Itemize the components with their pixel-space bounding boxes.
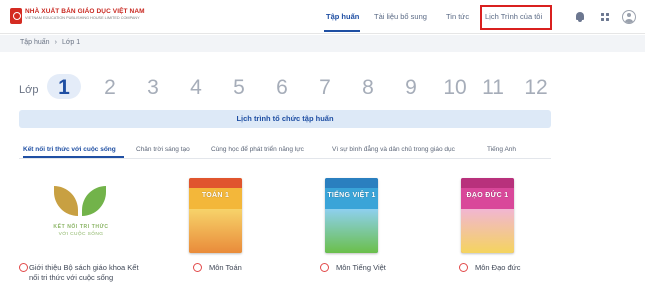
nav-supplementary-docs[interactable]: Tài liệu bổ sung — [374, 12, 427, 21]
math-label[interactable]: Môn Toán — [209, 263, 242, 272]
kntt-logo-text-1: KẾT NỐI TRI THỨC — [53, 224, 109, 230]
radio-vietnamese[interactable] — [320, 263, 329, 272]
nav-training[interactable]: Tập huấn — [326, 12, 359, 21]
logo-subtitle: VIETNAM EDUCATION PUBLISHING HOUSE LIMIT… — [25, 16, 140, 20]
apps-grid-icon[interactable] — [600, 12, 610, 22]
grade-11[interactable]: 11 — [475, 76, 511, 100]
tabs-divider — [19, 158, 551, 159]
breadcrumb-training[interactable]: Tập huấn — [20, 39, 50, 46]
tab-vi-su-binh-dang[interactable]: Vì sự bình đẳng và dân chủ trong giáo dụ… — [332, 146, 455, 153]
my-schedule-highlight — [480, 5, 552, 30]
user-avatar-icon[interactable] — [622, 10, 636, 24]
ethics-book-cover[interactable]: ĐẠO ĐỨC 1 — [461, 178, 514, 253]
grade-8[interactable]: 8 — [353, 76, 383, 100]
ethics-label[interactable]: Môn Đạo đức — [475, 263, 520, 272]
vietnamese-cover-title: TIẾNG VIỆT 1 — [327, 192, 376, 199]
leaf-icon — [82, 186, 106, 216]
tab-cung-hoc[interactable]: Cùng học để phát triển năng lực — [211, 146, 304, 153]
tab-tieng-anh[interactable]: Tiếng Anh — [487, 146, 516, 153]
breadcrumb-bar — [0, 35, 645, 52]
tab-active-underline — [23, 156, 124, 158]
bell-icon[interactable] — [575, 12, 585, 22]
grade-1[interactable]: 1 — [49, 76, 79, 100]
breadcrumb: Tập huấn › Lớp 1 — [20, 39, 80, 46]
chevron-right-icon: › — [54, 39, 57, 46]
kntt-series-logo[interactable]: KẾT NỐI TRI THỨC VỚI CUỘC SỐNG — [46, 184, 116, 246]
ethics-cover-title: ĐẠO ĐỨC 1 — [466, 192, 509, 199]
tab-chan-troi-sang-tao[interactable]: Chân trời sáng tạo — [136, 146, 190, 153]
nav-active-underline — [324, 30, 360, 32]
training-schedule-button[interactable]: Lịch trình tổ chức tập huấn — [19, 110, 551, 128]
series-intro-label[interactable]: Giới thiệu Bộ sách giáo khoa Kết nối tri… — [29, 263, 139, 283]
grade-label: Lớp — [19, 84, 39, 96]
radio-math[interactable] — [193, 263, 202, 272]
math-book-cover[interactable]: TOÁN 1 — [189, 178, 242, 253]
grade-2[interactable]: 2 — [95, 76, 125, 100]
grade-4[interactable]: 4 — [181, 76, 211, 100]
kntt-logo-text-2: VỚI CUỘC SỐNG — [58, 232, 104, 237]
grade-10[interactable]: 10 — [437, 76, 473, 100]
breadcrumb-grade: Lớp 1 — [61, 39, 81, 46]
vietnamese-label[interactable]: Môn Tiếng Việt — [336, 263, 386, 272]
grade-7[interactable]: 7 — [310, 76, 340, 100]
radio-ethics[interactable] — [459, 263, 468, 272]
grade-5[interactable]: 5 — [224, 76, 254, 100]
tab-ket-noi-tri-thuc[interactable]: Kết nối tri thức với cuộc sống — [23, 146, 116, 153]
radio-series-intro[interactable] — [19, 263, 28, 272]
grade-9[interactable]: 9 — [396, 76, 426, 100]
publisher-logo-mark — [10, 8, 22, 24]
grade-3[interactable]: 3 — [138, 76, 168, 100]
publisher-logo[interactable]: NHÀ XUẤT BẢN GIÁO DỤC VIỆT NAM VIETNAM E… — [10, 8, 145, 24]
logo-title: NHÀ XUẤT BẢN GIÁO DỤC VIỆT NAM — [25, 8, 145, 15]
math-cover-title: TOÁN 1 — [201, 192, 230, 199]
leaf-icon — [54, 186, 78, 216]
grade-12[interactable]: 12 — [517, 76, 555, 100]
grade-6[interactable]: 6 — [267, 76, 297, 100]
nav-news[interactable]: Tin tức — [446, 12, 469, 21]
vietnamese-book-cover[interactable]: TIẾNG VIỆT 1 — [325, 178, 378, 253]
